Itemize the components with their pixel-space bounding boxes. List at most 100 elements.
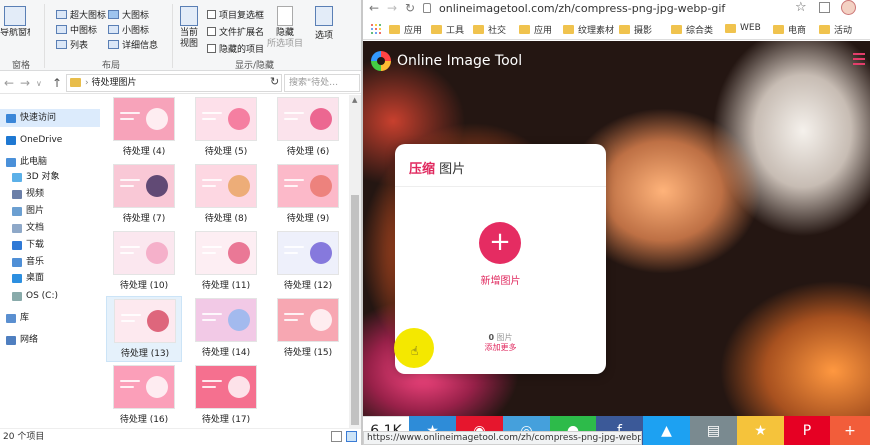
nav-item[interactable]: 文档 [0,219,100,237]
bookmark-folder[interactable]: 摄影 [619,23,652,36]
bookmark-star-icon[interactable]: ☆ [795,0,807,15]
computer-icon [6,157,16,167]
file-tile[interactable]: 待处理 (11) [188,229,264,295]
file-label: 待处理 (14) [201,348,251,358]
more-share-icon[interactable]: + [830,416,870,445]
checkbox-icon [207,44,216,53]
twitter-share-icon[interactable]: ▲ [643,416,690,445]
layout-extra-large-icons[interactable]: 超大图标 [56,8,106,21]
file-tile[interactable]: 待处理 (14) [188,296,264,362]
nav-item[interactable]: 网络 [0,331,100,349]
file-tile[interactable]: 待处理 (17) [188,363,264,428]
hidden-items-toggle[interactable]: 隐藏的项目 [207,42,264,55]
bookmark-folder[interactable]: 应用 [519,23,552,36]
file-thumbnail [277,231,339,275]
bookmark-share-icon[interactable]: ★ [737,416,784,445]
bookmark-folder[interactable]: 综合类 [671,23,713,36]
details-view-icon[interactable] [331,431,342,442]
layout-details[interactable]: 详细信息 [108,38,158,51]
nav-item[interactable]: 快速访问 [0,109,100,127]
layout-medium-icons[interactable]: 中图标 [56,23,97,36]
video-icon [12,189,22,199]
nav-item[interactable]: 桌面 [0,269,100,287]
nav-item[interactable]: OS (C:) [0,287,100,305]
nav-item[interactable]: 图片 [0,202,100,220]
item-checkboxes-toggle[interactable]: 项目复选框 [207,8,264,21]
file-tile[interactable]: 待处理 (6) [270,95,346,161]
nav-pane-icon [4,6,26,26]
address-bar-row: ← → ∨ ↑ › 待处理图片 ↻ 搜索"待处… [0,72,361,94]
scroll-up-icon[interactable]: ▲ [352,96,357,104]
file-list: 待处理 (4) 待处理 (5) 待处理 (6) 待处理 (7) 待处理 (8) 待处理 (… [104,95,348,428]
browser-back-icon[interactable]: ← [369,1,379,15]
checkbox-icon [207,27,216,36]
scrollbar-thumb[interactable] [351,195,359,425]
profile-avatar[interactable] [841,0,856,15]
bookmark-folder[interactable]: 纹理素材 [563,23,614,36]
refresh-icon[interactable]: ↻ [270,75,279,88]
file-tile[interactable]: 待处理 (9) [270,162,346,228]
folder-icon [619,25,630,34]
browser-reload-icon[interactable]: ↻ [405,1,415,15]
file-tile[interactable]: 待处理 (12) [270,229,346,295]
print-share-icon[interactable]: ▤ [690,416,737,445]
file-tile[interactable]: 待处理 (10) [106,229,182,295]
nav-item[interactable]: OneDrive [0,131,100,149]
address-field[interactable]: › 待处理图片 [66,74,282,92]
nav-item[interactable]: 3D 对象 [0,168,100,186]
current-view-button[interactable]: 当前视图 [176,6,202,50]
add-image-button[interactable]: + [479,222,521,264]
recent-dropdown-icon[interactable]: ∨ [36,79,42,88]
add-image-label[interactable]: 新增图片 [395,272,606,287]
file-thumbnail [277,97,339,141]
file-tile[interactable]: 待处理 (15) [270,296,346,362]
back-arrow-icon[interactable]: ← [4,76,14,90]
hamburger-menu-icon[interactable] [853,53,865,65]
file-tile[interactable]: 待处理 (16) [106,363,182,428]
lock-icon[interactable] [423,3,431,13]
site-logo[interactable]: Online Image Tool [371,51,522,71]
nav-item[interactable]: 下载 [0,236,100,254]
file-tile[interactable]: 待处理 (7) [106,162,182,228]
status-hover-url: https://www.onlineimagetool.com/zh/compr… [363,431,642,445]
file-extensions-toggle[interactable]: 文件扩展名 [207,25,264,38]
card-title: 压缩 图片 [409,162,466,177]
layout-icon [108,40,119,49]
card-divider [395,186,606,187]
forward-arrow-icon[interactable]: → [20,76,30,90]
layout-large-icons[interactable]: 大图标 [108,8,149,21]
vertical-scrollbar[interactable]: ▲ [349,95,361,428]
browser-forward-icon[interactable]: → [387,1,397,15]
nav-item[interactable]: 视频 [0,185,100,203]
hide-selected-button[interactable]: 隐藏 所选项目 [266,6,304,50]
options-button[interactable]: 选项 [310,6,338,42]
extension-icon[interactable] [819,2,830,13]
nav-pane-button[interactable]: 导航窗格 [0,6,30,39]
large-icons-view-icon[interactable] [346,431,357,442]
file-tile[interactable]: 待处理 (5) [188,95,264,161]
layout-small-icons[interactable]: 小图标 [108,23,149,36]
file-tile[interactable]: 待处理 (8) [188,162,264,228]
up-arrow-icon[interactable]: ↑ [52,76,62,90]
bookmark-folder[interactable]: 应用 [389,23,422,36]
nav-pane-label: 导航窗格 [0,28,30,38]
bookmark-folder[interactable]: 社交 [473,23,506,36]
bookmark-folder[interactable]: 电商 [773,23,806,36]
folder-icon [473,25,484,34]
search-input[interactable]: 搜索"待处… [284,74,360,92]
pinterest-share-icon[interactable]: P [784,416,830,445]
music-icon [12,257,22,267]
apps-grid-icon[interactable] [371,24,381,34]
file-tile[interactable]: 待处理 (13) [106,296,182,362]
nav-item-label: 桌面 [26,273,45,283]
bookmark-folder[interactable]: 工具 [431,23,464,36]
nav-item[interactable]: 库 [0,309,100,327]
file-tile[interactable]: 待处理 (4) [106,95,182,161]
options-icon [315,6,333,26]
file-thumbnail [277,298,339,342]
bookmark-folder[interactable]: 活动 [819,23,852,36]
url-text[interactable]: onlineimagetool.com/zh/compress-png-jpg-… [439,2,725,15]
layout-list[interactable]: 列表 [56,38,88,51]
bookmark-folder[interactable]: WEB [725,23,761,33]
folder-icon [563,25,574,34]
